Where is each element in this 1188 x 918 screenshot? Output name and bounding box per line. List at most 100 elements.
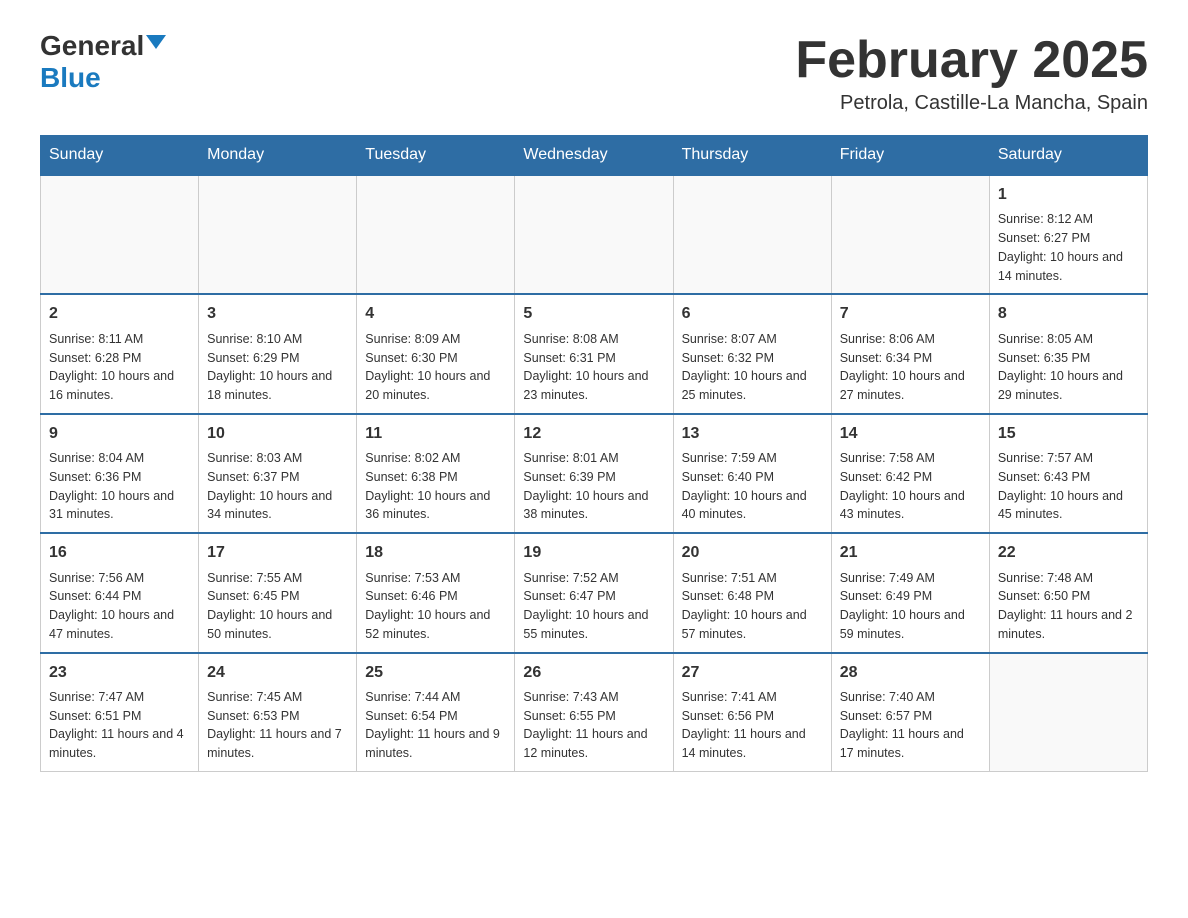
day-info: Sunrise: 7:57 AMSunset: 6:43 PMDaylight:… [998, 449, 1139, 524]
calendar-week-4: 16 Sunrise: 7:56 AMSunset: 6:44 PMDayligh… [41, 533, 1148, 652]
calendar-cell: 10 Sunrise: 8:03 AMSunset: 6:37 PMDayligh… [199, 414, 357, 533]
day-info: Sunrise: 7:43 AMSunset: 6:55 PMDaylight:… [523, 688, 664, 763]
calendar-cell: 27 Sunrise: 7:41 AMSunset: 6:56 PMDayligh… [673, 653, 831, 772]
day-number: 15 [998, 423, 1139, 445]
logo-triangle-icon [146, 35, 166, 49]
calendar-cell: 17 Sunrise: 7:55 AMSunset: 6:45 PMDayligh… [199, 533, 357, 652]
calendar-week-2: 2 Sunrise: 8:11 AMSunset: 6:28 PMDaylight… [41, 294, 1148, 413]
calendar-cell: 18 Sunrise: 7:53 AMSunset: 6:46 PMDayligh… [357, 533, 515, 652]
day-info: Sunrise: 7:52 AMSunset: 6:47 PMDaylight:… [523, 569, 664, 644]
day-number: 4 [365, 303, 506, 325]
calendar-cell: 3 Sunrise: 8:10 AMSunset: 6:29 PMDaylight… [199, 294, 357, 413]
calendar-cell: 22Sunrise: 7:48 AMSunset: 6:50 PMDayligh… [989, 533, 1147, 652]
calendar-header-saturday: Saturday [989, 136, 1147, 176]
calendar-header-wednesday: Wednesday [515, 136, 673, 176]
calendar-cell: 11 Sunrise: 8:02 AMSunset: 6:38 PMDayligh… [357, 414, 515, 533]
calendar-cell: 1 Sunrise: 8:12 AMSunset: 6:27 PMDaylight… [989, 175, 1147, 294]
calendar-cell: 20 Sunrise: 7:51 AMSunset: 6:48 PMDayligh… [673, 533, 831, 652]
day-info: Sunrise: 7:59 AMSunset: 6:40 PMDaylight:… [682, 449, 823, 524]
calendar-cell: 9Sunrise: 8:04 AMSunset: 6:36 PMDaylight… [41, 414, 199, 533]
day-number: 13 [682, 423, 823, 445]
day-info: Sunrise: 7:55 AMSunset: 6:45 PMDaylight:… [207, 569, 348, 644]
calendar-week-5: 23Sunrise: 7:47 AMSunset: 6:51 PMDayligh… [41, 653, 1148, 772]
day-number: 20 [682, 542, 823, 564]
day-number: 3 [207, 303, 348, 325]
calendar-cell: 26Sunrise: 7:43 AMSunset: 6:55 PMDayligh… [515, 653, 673, 772]
calendar-cell: 6 Sunrise: 8:07 AMSunset: 6:32 PMDaylight… [673, 294, 831, 413]
calendar-cell [989, 653, 1147, 772]
day-info: Sunrise: 8:06 AMSunset: 6:34 PMDaylight:… [840, 330, 981, 405]
day-info: Sunrise: 8:01 AMSunset: 6:39 PMDaylight:… [523, 449, 664, 524]
logo: General Blue [40, 30, 166, 94]
logo-text-general: General [40, 30, 144, 62]
title-section: February 2025 Petrola, Castille-La Manch… [795, 30, 1148, 115]
calendar-cell: 4 Sunrise: 8:09 AMSunset: 6:30 PMDaylight… [357, 294, 515, 413]
calendar-cell [831, 175, 989, 294]
day-number: 24 [207, 662, 348, 684]
day-info: Sunrise: 8:02 AMSunset: 6:38 PMDaylight:… [365, 449, 506, 524]
calendar-cell: 8 Sunrise: 8:05 AMSunset: 6:35 PMDaylight… [989, 294, 1147, 413]
calendar-cell: 15 Sunrise: 7:57 AMSunset: 6:43 PMDayligh… [989, 414, 1147, 533]
day-info: Sunrise: 7:51 AMSunset: 6:48 PMDaylight:… [682, 569, 823, 644]
calendar-week-3: 9Sunrise: 8:04 AMSunset: 6:36 PMDaylight… [41, 414, 1148, 533]
day-info: Sunrise: 7:49 AMSunset: 6:49 PMDaylight:… [840, 569, 981, 644]
calendar-cell [515, 175, 673, 294]
day-number: 12 [523, 423, 664, 445]
day-info: Sunrise: 8:03 AMSunset: 6:37 PMDaylight:… [207, 449, 348, 524]
calendar-header-sunday: Sunday [41, 136, 199, 176]
calendar-cell: 5 Sunrise: 8:08 AMSunset: 6:31 PMDaylight… [515, 294, 673, 413]
day-number: 14 [840, 423, 981, 445]
calendar-cell: 2 Sunrise: 8:11 AMSunset: 6:28 PMDaylight… [41, 294, 199, 413]
day-number: 9 [49, 423, 190, 445]
day-number: 25 [365, 662, 506, 684]
day-info: Sunrise: 8:08 AMSunset: 6:31 PMDaylight:… [523, 330, 664, 405]
day-info: Sunrise: 7:53 AMSunset: 6:46 PMDaylight:… [365, 569, 506, 644]
day-number: 16 [49, 542, 190, 564]
day-info: Sunrise: 7:56 AMSunset: 6:44 PMDaylight:… [49, 569, 190, 644]
logo-text-blue: Blue [40, 62, 101, 93]
calendar-header-friday: Friday [831, 136, 989, 176]
day-number: 22 [998, 542, 1139, 564]
day-info: Sunrise: 7:47 AMSunset: 6:51 PMDaylight:… [49, 688, 190, 763]
day-info: Sunrise: 8:05 AMSunset: 6:35 PMDaylight:… [998, 330, 1139, 405]
calendar-cell: 12 Sunrise: 8:01 AMSunset: 6:39 PMDayligh… [515, 414, 673, 533]
day-info: Sunrise: 8:10 AMSunset: 6:29 PMDaylight:… [207, 330, 348, 405]
calendar-header-row: SundayMondayTuesdayWednesdayThursdayFrid… [41, 136, 1148, 176]
month-title: February 2025 [795, 30, 1148, 90]
calendar-cell [41, 175, 199, 294]
day-info: Sunrise: 7:41 AMSunset: 6:56 PMDaylight:… [682, 688, 823, 763]
day-info: Sunrise: 7:45 AMSunset: 6:53 PMDaylight:… [207, 688, 348, 763]
day-number: 18 [365, 542, 506, 564]
day-info: Sunrise: 7:40 AMSunset: 6:57 PMDaylight:… [840, 688, 981, 763]
calendar-cell: 24 Sunrise: 7:45 AMSunset: 6:53 PMDayligh… [199, 653, 357, 772]
day-number: 8 [998, 303, 1139, 325]
day-number: 1 [998, 184, 1139, 206]
day-number: 17 [207, 542, 348, 564]
calendar-header-tuesday: Tuesday [357, 136, 515, 176]
day-number: 5 [523, 303, 664, 325]
day-info: Sunrise: 7:44 AMSunset: 6:54 PMDaylight:… [365, 688, 506, 763]
day-number: 21 [840, 542, 981, 564]
calendar-cell: 23Sunrise: 7:47 AMSunset: 6:51 PMDayligh… [41, 653, 199, 772]
day-info: Sunrise: 8:09 AMSunset: 6:30 PMDaylight:… [365, 330, 506, 405]
day-number: 11 [365, 423, 506, 445]
calendar-cell [357, 175, 515, 294]
calendar-header-monday: Monday [199, 136, 357, 176]
calendar-cell [199, 175, 357, 294]
location: Petrola, Castille-La Mancha, Spain [795, 92, 1148, 115]
day-number: 27 [682, 662, 823, 684]
day-number: 19 [523, 542, 664, 564]
day-number: 10 [207, 423, 348, 445]
day-number: 6 [682, 303, 823, 325]
calendar-cell: 13 Sunrise: 7:59 AMSunset: 6:40 PMDayligh… [673, 414, 831, 533]
day-number: 28 [840, 662, 981, 684]
calendar-cell: 25 Sunrise: 7:44 AMSunset: 6:54 PMDayligh… [357, 653, 515, 772]
day-number: 2 [49, 303, 190, 325]
calendar-cell: 19 Sunrise: 7:52 AMSunset: 6:47 PMDayligh… [515, 533, 673, 652]
day-info: Sunrise: 8:11 AMSunset: 6:28 PMDaylight:… [49, 330, 190, 405]
day-info: Sunrise: 8:07 AMSunset: 6:32 PMDaylight:… [682, 330, 823, 405]
calendar-cell [673, 175, 831, 294]
page-header: General Blue February 2025 Petrola, Cast… [40, 30, 1148, 115]
day-info: Sunrise: 8:12 AMSunset: 6:27 PMDaylight:… [998, 210, 1139, 285]
calendar-cell: 16 Sunrise: 7:56 AMSunset: 6:44 PMDayligh… [41, 533, 199, 652]
